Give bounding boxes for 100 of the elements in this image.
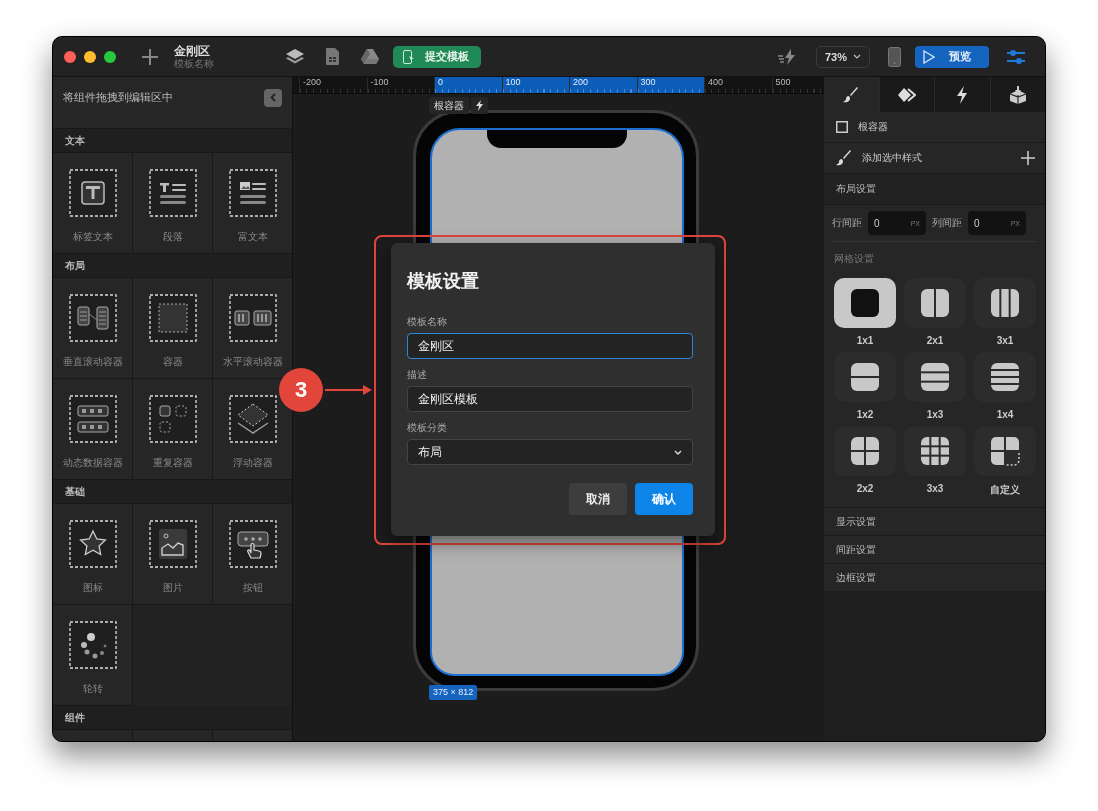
grid-option[interactable] xyxy=(974,426,1036,476)
cancel-button[interactable]: 取消 xyxy=(569,483,627,515)
grid-option-label: 1x3 xyxy=(926,409,944,420)
component-icon xyxy=(68,169,117,217)
grid-option-label: 3x1 xyxy=(996,335,1014,346)
component-label: 动态数据容器 xyxy=(62,456,123,470)
ruler-label: 500 xyxy=(771,77,824,93)
component-label: 图片 xyxy=(162,581,183,595)
component-tile[interactable]: 重复容器 xyxy=(133,379,213,480)
component-tile[interactable]: 动态数据容器 xyxy=(53,379,133,480)
component-tile[interactable]: 浮动容器 xyxy=(213,379,292,480)
grid-layout-icon xyxy=(850,288,880,318)
collapse-button[interactable] xyxy=(264,88,282,107)
tap-screen-icon xyxy=(403,49,415,64)
component-tile[interactable]: 垂直滚动容器 xyxy=(53,278,133,379)
component-icon xyxy=(228,395,277,443)
grid-option[interactable] xyxy=(904,426,966,476)
grid-option[interactable] xyxy=(834,352,896,402)
grid-layout-icon xyxy=(850,436,880,466)
phone-device-icon[interactable] xyxy=(888,46,901,67)
square-icon xyxy=(836,121,848,133)
input-field[interactable]: 金刚区模板 xyxy=(407,386,693,412)
cube-icon xyxy=(1008,85,1027,104)
sliders-icon[interactable] xyxy=(1007,48,1025,65)
ruler-label: 300 xyxy=(636,77,704,93)
component-icon xyxy=(148,520,197,568)
component-tile[interactable]: 图标 xyxy=(53,504,133,605)
grid-layout-icon xyxy=(990,362,1020,392)
minimize-window-icon[interactable] xyxy=(84,50,96,63)
grid-option[interactable] xyxy=(974,352,1036,402)
component-tile[interactable]: 图片 xyxy=(133,504,213,605)
confirm-button[interactable]: 确认 xyxy=(635,483,693,515)
grid-option[interactable] xyxy=(834,278,896,328)
component-label: 重复容器 xyxy=(152,456,193,470)
component-label: 垂直滚动容器 xyxy=(62,355,123,369)
category-select[interactable]: 布局 xyxy=(407,439,693,465)
component-tile[interactable]: 段落 xyxy=(133,153,213,254)
settings-section[interactable]: 显示设置 xyxy=(824,507,1045,535)
component-label: 段落 xyxy=(162,230,183,244)
ruler-label: 0 xyxy=(434,77,502,93)
dialog-title: 模板设置 xyxy=(407,270,480,293)
grid-option-label: 1x1 xyxy=(856,335,874,346)
fast-bolt-icon[interactable] xyxy=(778,48,798,65)
component-icon xyxy=(228,169,277,217)
triangle-logo-icon[interactable] xyxy=(361,49,379,64)
component-tile[interactable]: 水平滚动容器 xyxy=(213,278,292,379)
chevron-down-icon xyxy=(853,54,861,59)
component-tile[interactable]: 按钮 xyxy=(213,504,292,605)
component-label: 图标 xyxy=(82,581,103,595)
component-icon xyxy=(68,520,117,568)
grid-option-label: 2x2 xyxy=(856,483,874,494)
arrow-icon xyxy=(325,384,373,396)
add-style-label: 添加选中样式 xyxy=(862,151,923,165)
plus-icon[interactable] xyxy=(142,48,158,65)
component-label: 水平滚动容器 xyxy=(222,355,283,369)
plus-icon[interactable] xyxy=(1021,151,1035,165)
zoom-dropdown[interactable]: 73% xyxy=(816,45,870,68)
panel-tab[interactable] xyxy=(934,77,990,112)
window-subtitle: 模板名称 xyxy=(174,58,214,69)
grid-option-label: 3x3 xyxy=(926,483,944,494)
element-name: 根容器 xyxy=(858,120,889,134)
maximize-window-icon[interactable] xyxy=(104,50,116,63)
panel-tab[interactable] xyxy=(878,77,934,112)
component-icon xyxy=(68,621,117,669)
component-tile[interactable]: 富文本 xyxy=(213,153,292,254)
component-icon xyxy=(148,169,197,217)
chevron-down-icon xyxy=(674,449,682,455)
grid-layout-icon xyxy=(850,362,880,392)
component-icon xyxy=(68,294,117,342)
grid-option[interactable] xyxy=(904,352,966,402)
component-icon xyxy=(228,294,277,342)
component-icon xyxy=(68,395,117,443)
panel-tab[interactable] xyxy=(989,77,1045,112)
preview-button[interactable]: 预览 xyxy=(915,45,989,68)
gap-label: 列间距 xyxy=(932,216,962,230)
bolt-icon xyxy=(956,85,969,104)
component-label: 容器 xyxy=(162,355,183,369)
diamond-icon xyxy=(897,86,916,103)
grid-option[interactable] xyxy=(974,278,1036,328)
close-window-icon[interactable] xyxy=(64,50,76,63)
spreadsheet-icon[interactable] xyxy=(326,48,339,65)
input-field[interactable]: 金刚区 xyxy=(407,333,693,359)
size-badge: 375 × 812 xyxy=(429,685,478,700)
section-header: 布局设置 xyxy=(836,182,877,196)
submit-template-button[interactable]: 提交模板 xyxy=(393,45,481,68)
field-label: 模板分类 xyxy=(407,421,448,435)
grid-layout-icon xyxy=(920,436,950,466)
component-label: 浮动容器 xyxy=(232,456,273,470)
component-tile[interactable]: 轮转 xyxy=(53,605,133,706)
component-tile[interactable]: 标签文本 xyxy=(53,153,133,254)
component-tile[interactable]: 容器 xyxy=(133,278,213,379)
bolt-icon[interactable] xyxy=(471,97,488,114)
settings-section[interactable]: 边框设置 xyxy=(824,563,1045,591)
grid-option[interactable] xyxy=(834,426,896,476)
component-icon xyxy=(148,294,197,342)
component-label: 按钮 xyxy=(242,581,263,595)
component-icon xyxy=(228,520,277,568)
grid-option[interactable] xyxy=(904,278,966,328)
layers-icon[interactable] xyxy=(286,48,304,65)
settings-section[interactable]: 间距设置 xyxy=(824,535,1045,563)
